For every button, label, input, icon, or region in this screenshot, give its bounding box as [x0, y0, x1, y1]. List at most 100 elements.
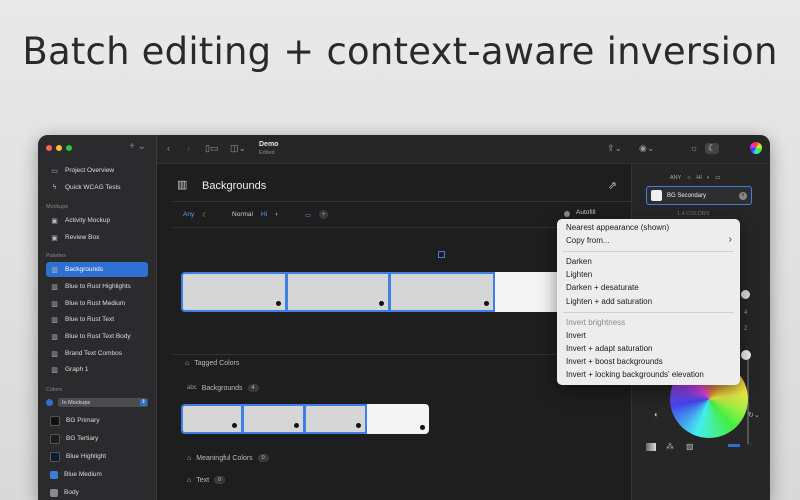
hidden-value: 4	[744, 310, 748, 316]
menu-item-nearest-appearance[interactable]: Nearest appearance (shown)	[566, 223, 669, 232]
swatch-cell[interactable]	[181, 404, 243, 434]
menu-item-lighten[interactable]: Lighten	[566, 270, 592, 279]
text-tag[interactable]: ⌂ Text 0	[187, 476, 226, 484]
sidebar-item-blue-to-rust-text[interactable]: ▥ Blue to Rust Text	[46, 312, 148, 327]
swatch-dot	[420, 425, 425, 430]
sidebar-item-review-box[interactable]: ▣ Review Box	[46, 230, 148, 245]
eyedropper-icon[interactable]: ◌	[748, 441, 752, 448]
close-window-button[interactable]	[46, 145, 52, 151]
swatch-cell[interactable]	[304, 404, 367, 434]
backgrounds-count-badge: 4	[247, 384, 259, 392]
tag-icon: ⌂	[187, 476, 192, 484]
forward-icon[interactable]: ›	[187, 143, 190, 153]
hidden-value: 2	[744, 326, 748, 332]
swatch-dot	[484, 301, 489, 306]
slider-track[interactable]	[728, 444, 740, 447]
clear-icon[interactable]: ×	[739, 192, 747, 200]
menu-separator	[563, 251, 734, 252]
camera-icon[interactable]: ◫⌄	[230, 143, 246, 154]
mockup-filter-select[interactable]: In Mockups ⇕	[58, 398, 148, 407]
contrast-hi[interactable]: Hi	[261, 211, 267, 218]
sidebar-item-blue-medium[interactable]: Blue Medium	[46, 467, 148, 482]
sidebar-item-project-overview[interactable]: ▭ Project Overview	[46, 163, 148, 178]
menu-item-invert-locking-elevation[interactable]: Invert + locking backgrounds' elevation	[566, 370, 704, 379]
sidebar: + ⌄ ▭ Project Overview ϟ Quick WCAG Test…	[38, 135, 157, 500]
menu-item-lighten-add-saturation[interactable]: Lighten + add saturation	[566, 297, 652, 306]
color-swatch	[651, 190, 662, 201]
light-mode-icon[interactable]: ☼	[690, 143, 698, 153]
sidebar-item-label: Backgrounds	[65, 266, 103, 273]
palette-icon: ▥	[51, 283, 58, 291]
text-tag-prefix: abc	[187, 385, 197, 391]
sidebar-item-blue-to-rust-highlights[interactable]: ▥ Blue to Rust Highlights	[46, 279, 148, 294]
sidebar-item-graph-1[interactable]: ▥ Graph 1	[46, 362, 148, 377]
back-icon[interactable]: ‹	[167, 143, 170, 153]
palette-icon: ▥	[51, 350, 58, 358]
rotate-icon[interactable]: ↻⌄	[748, 411, 760, 419]
meaningful-colors-tag[interactable]: ⌂ Meaningful Colors 0	[187, 454, 269, 462]
eye-icon[interactable]: ◉⌄	[639, 143, 654, 154]
add-item-button[interactable]: + ⌄	[129, 141, 146, 152]
nodes-icon[interactable]: ⁂	[666, 442, 674, 451]
autofill-menu-button[interactable]: Autofill	[576, 209, 596, 216]
menu-item-invert-boost-backgrounds[interactable]: Invert + boost backgrounds	[566, 357, 663, 366]
menu-item-invert[interactable]: Invert	[566, 331, 586, 340]
mockup-filter-label: In Mockups	[62, 399, 91, 406]
open-external-icon[interactable]: ⇗	[608, 179, 617, 192]
dark-mode-icon[interactable]: ☾	[705, 143, 720, 154]
appearance-any[interactable]: Any	[183, 211, 194, 218]
backgrounds-tag[interactable]: abc Backgrounds 4	[187, 384, 259, 392]
device-icon[interactable]: ▭	[305, 211, 311, 219]
image-icon[interactable]: ▧	[686, 442, 694, 451]
zoom-window-button[interactable]	[66, 145, 72, 151]
sidebar-item-blue-to-rust-medium[interactable]: ▥ Blue to Rust Medium	[46, 296, 148, 311]
color-swatch	[50, 451, 60, 462]
share-icon[interactable]: ⇪⌄	[607, 143, 622, 154]
menu-item-darken-desaturate[interactable]: Darken + desaturate	[566, 283, 639, 292]
menu-item-darken[interactable]: Darken	[566, 257, 592, 266]
color-picker-icon[interactable]	[750, 142, 762, 154]
sidebar-item-bg-tertiary[interactable]: BG Tertiary	[46, 431, 148, 446]
gradient-icon[interactable]	[646, 443, 656, 451]
mockup-icon: ▣	[51, 217, 58, 225]
sidebar-item-backgrounds[interactable]: ▥ Backgrounds	[46, 262, 148, 277]
menu-header-invert-brightness: Invert brightness	[566, 318, 626, 327]
meaningful-colors-count-badge: 0	[257, 454, 269, 462]
sidebar-item-activity-mockup[interactable]: ▣ Activity Mockup	[46, 213, 148, 228]
swatch-cell[interactable]	[286, 272, 390, 312]
minimize-window-button[interactable]	[56, 145, 62, 151]
menu-item-copy-from[interactable]: Copy from...	[566, 236, 610, 245]
sidebar-item-blue-highlight[interactable]: Blue Highlight	[46, 449, 148, 464]
sidebar-item-bg-primary[interactable]: BG Primary	[46, 413, 148, 428]
contrast-normal[interactable]: Normal	[232, 211, 253, 218]
selection-handle[interactable]	[438, 251, 445, 258]
sidebar-item-quick-wcag-tests[interactable]: ϟ Quick WCAG Tests	[46, 180, 148, 195]
toolbar: ‹ › ▯▭ ◫⌄ Demo Edited ⇪⌄ ◉⌄ ☼ ☾	[157, 135, 770, 164]
tagged-colors-label: Tagged Colors	[194, 360, 240, 367]
moon-icon[interactable]: ☾	[202, 211, 208, 219]
swatch-dot	[356, 423, 361, 428]
sidebar-item-label: Body	[64, 489, 79, 496]
sidebar-item-body[interactable]: Body	[46, 485, 148, 500]
selected-color-field[interactable]: BG Secondary ×	[646, 186, 752, 205]
sidebar-item-label: Blue to Rust Medium	[65, 300, 126, 307]
contrast-icon[interactable]: ◐	[654, 410, 659, 419]
swatch-cell[interactable]	[242, 404, 305, 434]
half-circle-icon[interactable]: ◐	[275, 211, 279, 218]
menu-item-invert-adapt-saturation[interactable]: Invert + adapt saturation	[566, 344, 653, 353]
document-status: Edited	[259, 150, 275, 156]
sidebar-item-brand-text-combos[interactable]: ▥ Brand Text Combos	[46, 346, 148, 361]
swatch-cell[interactable]	[181, 272, 287, 312]
palettes-header: Palettes	[46, 253, 66, 259]
colors-header: Colors	[46, 387, 62, 393]
text-tag-label: Text	[196, 476, 210, 484]
brightness-slider-knob[interactable]	[741, 350, 751, 360]
swatch-cell[interactable]	[389, 272, 495, 312]
layout-icon[interactable]: ▯▭	[205, 143, 218, 154]
sidebar-item-blue-to-rust-text-body[interactable]: ▥ Blue to Rust Text Body	[46, 329, 148, 344]
color-swatch	[50, 415, 60, 426]
mockup-filter-radio[interactable]	[46, 399, 53, 406]
swatch-cell[interactable]	[367, 404, 429, 434]
add-appearance-button[interactable]: +	[319, 210, 329, 219]
slider-knob[interactable]	[741, 290, 750, 299]
